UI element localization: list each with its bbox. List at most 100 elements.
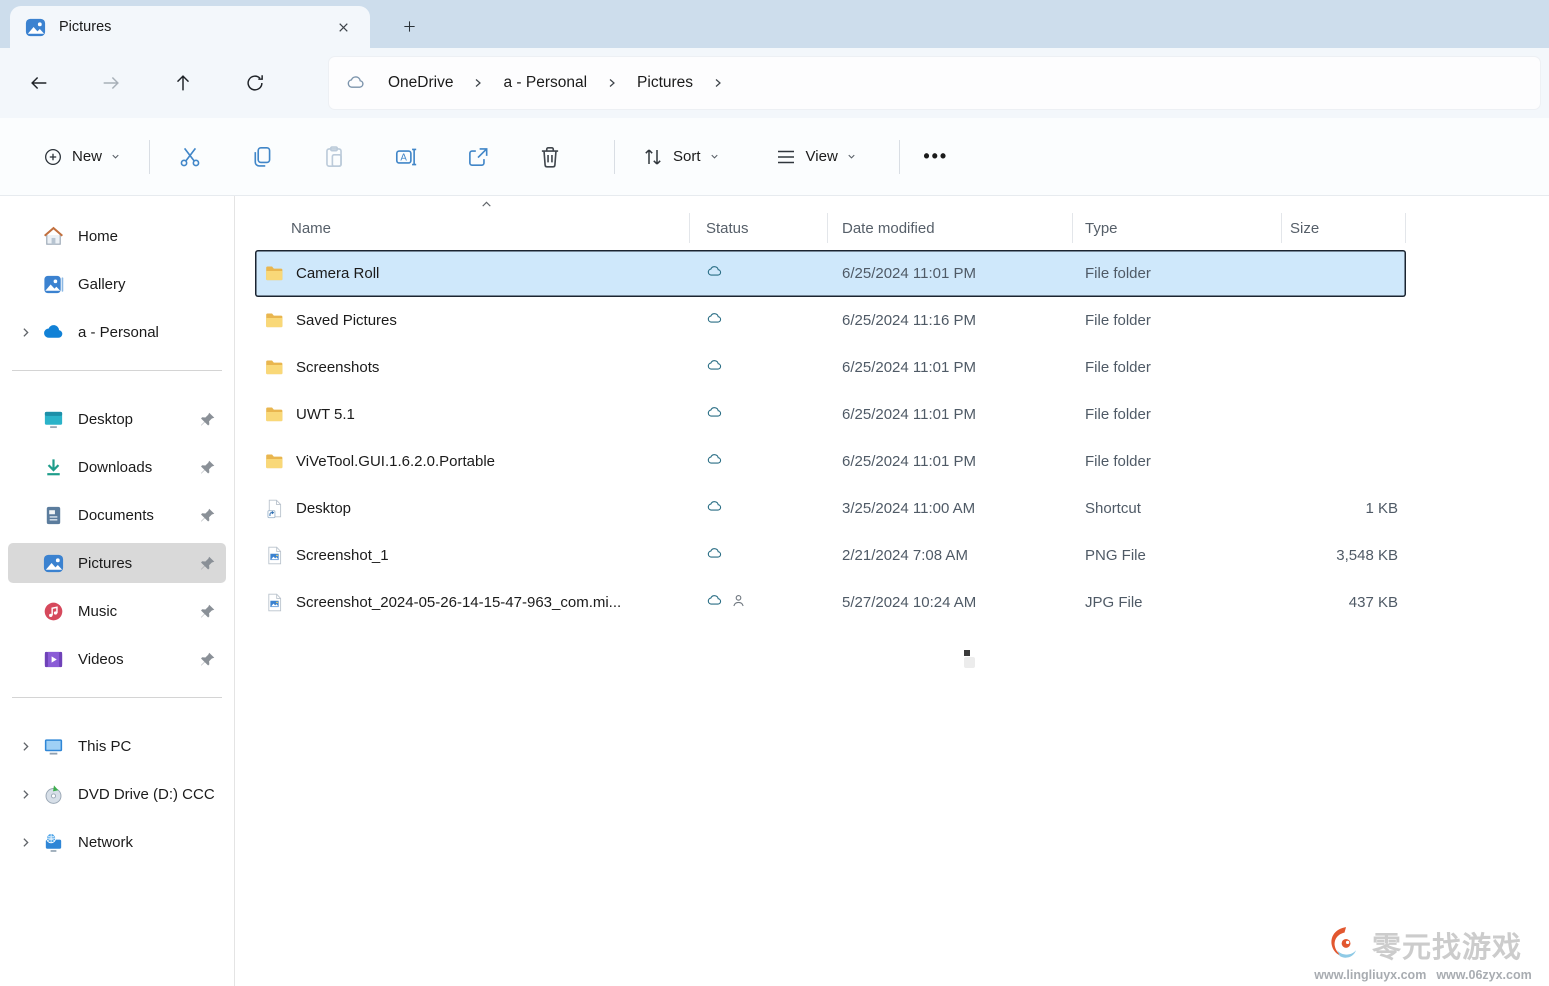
paste-button[interactable] bbox=[310, 133, 358, 181]
copy-button[interactable] bbox=[238, 133, 286, 181]
status-cell bbox=[690, 356, 828, 379]
date-modified-cell: 5/27/2024 10:24 AM bbox=[828, 594, 1073, 611]
up-button[interactable] bbox=[168, 68, 198, 98]
type-cell: File folder bbox=[1073, 406, 1282, 423]
file-name-cell: Saved Pictures bbox=[255, 310, 690, 331]
file-name-cell: ViVeTool.GUI.1.6.2.0.Portable bbox=[255, 451, 690, 472]
sidebar-item-documents[interactable]: Documents bbox=[8, 495, 226, 535]
file-list-pane: Name Status Date modified Type Size Came… bbox=[235, 196, 1549, 986]
cut-button[interactable] bbox=[166, 133, 214, 181]
file-name: Screenshot_2024-05-26-14-15-47-963_com.m… bbox=[296, 594, 621, 611]
more-options-button[interactable]: ••• bbox=[916, 137, 956, 177]
folder-icon bbox=[264, 310, 285, 331]
expand-chevron-icon[interactable] bbox=[8, 836, 42, 849]
date-modified-cell: 6/25/2024 11:01 PM bbox=[828, 406, 1073, 423]
file-row-desktop[interactable]: Desktop3/25/2024 11:00 AMShortcut1 KB bbox=[255, 485, 1406, 532]
new-button[interactable]: New bbox=[30, 135, 133, 179]
pin-icon bbox=[199, 555, 216, 572]
sidebar-item-label: Home bbox=[78, 228, 118, 245]
tab-title: Pictures bbox=[59, 19, 111, 35]
date-modified-cell: 6/25/2024 11:01 PM bbox=[828, 265, 1073, 282]
sidebar-item-downloads[interactable]: Downloads bbox=[8, 447, 226, 487]
sidebar-item-label: Network bbox=[78, 834, 133, 851]
breadcrumb-item-a-personal[interactable]: a - Personal bbox=[497, 70, 593, 96]
column-header-name[interactable]: Name bbox=[255, 213, 690, 243]
expand-chevron-icon[interactable] bbox=[8, 326, 42, 339]
breadcrumb-item-onedrive[interactable]: OneDrive bbox=[382, 70, 459, 96]
chevron-right-icon[interactable] bbox=[712, 77, 724, 89]
file-row-saved-pictures[interactable]: Saved Pictures6/25/2024 11:16 PMFile fol… bbox=[255, 297, 1406, 344]
forward-button[interactable] bbox=[96, 68, 126, 98]
folder-icon bbox=[264, 404, 285, 425]
svg-text:A: A bbox=[400, 152, 407, 163]
refresh-button[interactable] bbox=[240, 68, 270, 98]
sidebar-item-pictures[interactable]: Pictures bbox=[8, 543, 226, 583]
sidebar-item-gallery[interactable]: Gallery bbox=[8, 264, 226, 304]
sidebar-item-home[interactable]: Home bbox=[8, 216, 226, 256]
new-tab-button[interactable] bbox=[392, 9, 426, 43]
sidebar-item-a-personal[interactable]: a - Personal bbox=[8, 312, 226, 352]
pictures-icon bbox=[24, 16, 47, 39]
cloud-status-icon bbox=[705, 450, 724, 473]
sidebar-item-label: Desktop bbox=[78, 411, 133, 428]
cloud-status-icon bbox=[705, 544, 724, 567]
sidebar-item-this-pc[interactable]: This PC bbox=[8, 726, 226, 766]
tab-close-icon[interactable] bbox=[330, 14, 356, 40]
status-cell bbox=[690, 497, 828, 520]
sort-icon bbox=[641, 145, 665, 169]
expand-chevron-icon[interactable] bbox=[8, 788, 42, 801]
expand-chevron-icon[interactable] bbox=[8, 740, 42, 753]
command-toolbar: New A Sort View bbox=[0, 118, 1549, 196]
folder-icon bbox=[264, 357, 285, 378]
sidebar-item-label: DVD Drive (D:) CCC bbox=[78, 786, 215, 803]
column-header-date-modified[interactable]: Date modified bbox=[828, 213, 1073, 243]
sidebar-item-label: Documents bbox=[78, 507, 154, 524]
pictures-icon bbox=[42, 552, 65, 575]
sort-ascending-icon bbox=[480, 198, 493, 215]
chevron-down-icon bbox=[709, 151, 720, 162]
sort-button-label: Sort bbox=[673, 148, 701, 165]
watermark-url-2: www.06zyx.com bbox=[1436, 968, 1531, 982]
file-row-camera-roll[interactable]: Camera Roll6/25/2024 11:01 PMFile folder bbox=[255, 250, 1406, 297]
sidebar-item-label: Downloads bbox=[78, 459, 152, 476]
file-name: UWT 5.1 bbox=[296, 406, 355, 423]
toolbar-divider bbox=[614, 140, 615, 174]
date-modified-cell: 3/25/2024 11:00 AM bbox=[828, 500, 1073, 517]
file-row-screenshot-2024-05-26-14-15-47-963-com-mi[interactable]: Screenshot_2024-05-26-14-15-47-963_com.m… bbox=[255, 579, 1406, 626]
breadcrumb-item-pictures[interactable]: Pictures bbox=[631, 70, 699, 96]
copy-icon bbox=[249, 144, 275, 170]
file-row-vivetool-gui-1-6-2-0-portable[interactable]: ViVeTool.GUI.1.6.2.0.Portable6/25/2024 1… bbox=[255, 438, 1406, 485]
sidebar-item-desktop[interactable]: Desktop bbox=[8, 399, 226, 439]
file-name-cell: Camera Roll bbox=[255, 263, 690, 284]
column-header-type[interactable]: Type bbox=[1073, 213, 1282, 243]
file-row-screenshot-1[interactable]: Screenshot_12/21/2024 7:08 AMPNG File3,5… bbox=[255, 532, 1406, 579]
sidebar-item-network[interactable]: Network bbox=[8, 822, 226, 862]
thispc-icon bbox=[42, 735, 65, 758]
sort-button[interactable]: Sort bbox=[631, 135, 730, 179]
back-button[interactable] bbox=[24, 68, 54, 98]
tab-pictures[interactable]: Pictures bbox=[10, 6, 370, 48]
column-headers: Name Status Date modified Type Size bbox=[255, 206, 1406, 250]
rename-button[interactable]: A bbox=[382, 133, 430, 181]
file-name: Saved Pictures bbox=[296, 312, 397, 329]
status-cell bbox=[690, 544, 828, 567]
chevron-right-icon[interactable] bbox=[606, 77, 618, 89]
sidebar-item-videos[interactable]: Videos bbox=[8, 639, 226, 679]
column-header-status[interactable]: Status bbox=[690, 213, 828, 243]
view-button[interactable]: View bbox=[764, 135, 867, 179]
watermark: 零元找游戏 www.lingliuyx.com www.06zyx.com bbox=[1303, 924, 1543, 982]
sidebar-item-dvd-drive-d-ccc[interactable]: DVD Drive (D:) CCC bbox=[8, 774, 226, 814]
file-row-screenshots[interactable]: Screenshots6/25/2024 11:01 PMFile folder bbox=[255, 344, 1406, 391]
chevron-right-icon[interactable] bbox=[472, 77, 484, 89]
share-icon bbox=[465, 144, 491, 170]
size-cell: 437 KB bbox=[1282, 594, 1406, 611]
share-button[interactable] bbox=[454, 133, 502, 181]
toolbar-divider bbox=[899, 140, 900, 174]
file-row-uwt-5-1[interactable]: UWT 5.1 6/25/2024 11:01 PMFile folder bbox=[255, 391, 1406, 438]
home-icon bbox=[42, 225, 65, 248]
sidebar-item-music[interactable]: Music bbox=[8, 591, 226, 631]
column-header-size[interactable]: Size bbox=[1282, 213, 1406, 243]
file-explorer-window: Pictures OneDrive bbox=[0, 0, 1549, 986]
dvd-icon bbox=[42, 783, 65, 806]
delete-button[interactable] bbox=[526, 133, 574, 181]
